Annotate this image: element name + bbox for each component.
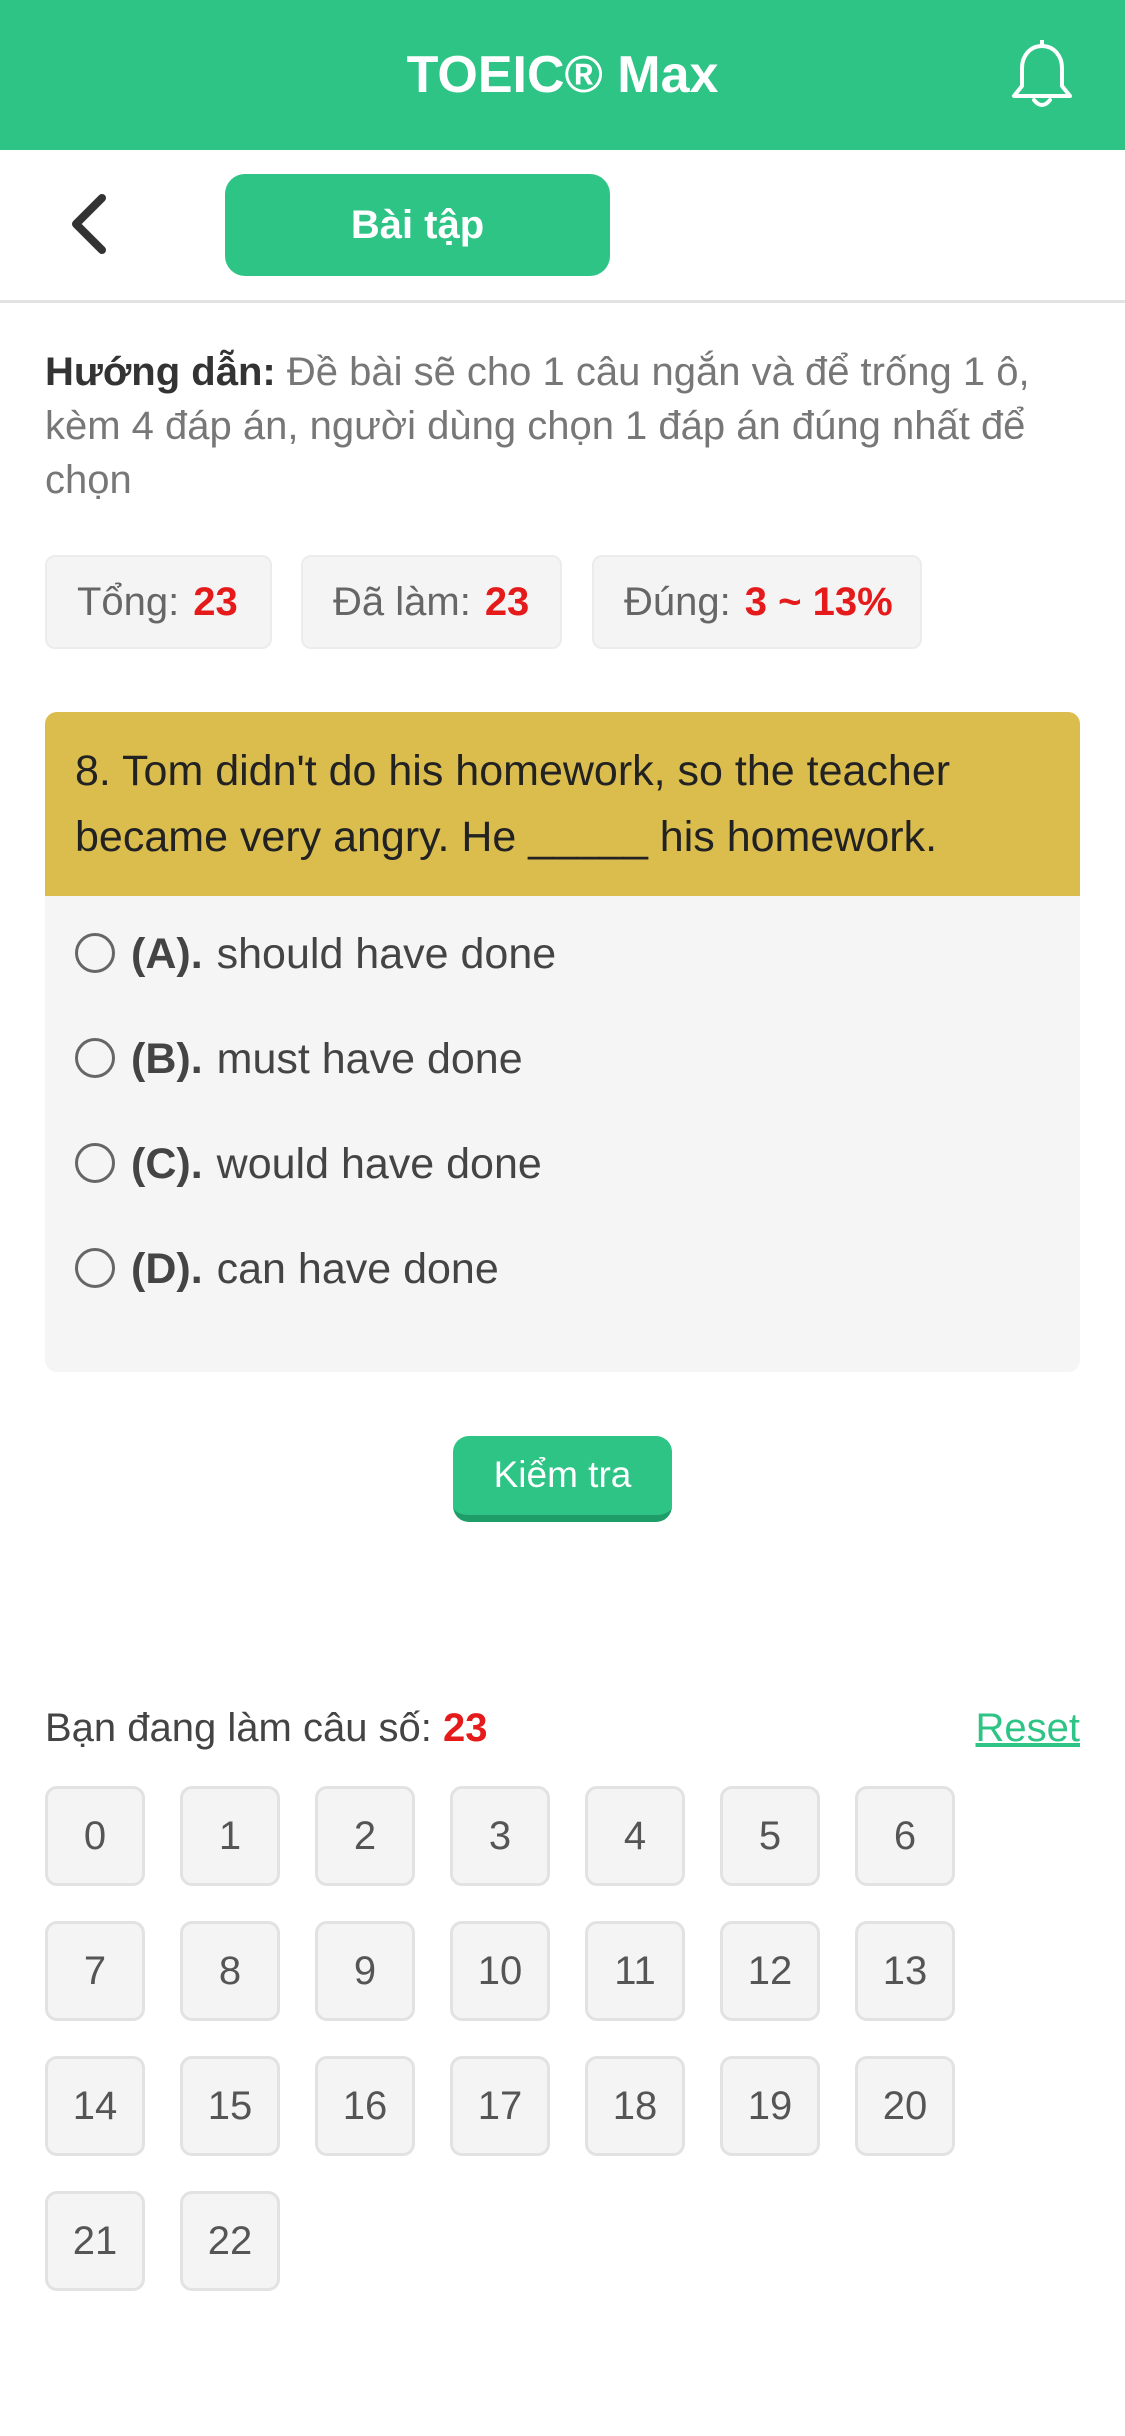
current-question-label: Bạn đang làm câu số: 23 bbox=[45, 1700, 488, 1756]
stat-correct-value: 3 ~ 13% bbox=[744, 580, 893, 624]
bell-icon[interactable] bbox=[1010, 40, 1074, 112]
question-number-10[interactable]: 10 bbox=[450, 1921, 550, 2021]
option-letter: (C). bbox=[131, 1140, 203, 1188]
stat-correct: Đúng: 3 ~ 13% bbox=[592, 555, 922, 649]
question-number-19[interactable]: 19 bbox=[720, 2056, 820, 2156]
reset-link[interactable]: Reset bbox=[976, 1700, 1081, 1756]
option-d[interactable]: (D). can have done bbox=[75, 1239, 499, 1299]
question-number-5[interactable]: 5 bbox=[720, 1786, 820, 1886]
sub-toolbar: Bài tập bbox=[0, 150, 1125, 303]
instructions: Hướng dẫn: Đề bài sẽ cho 1 câu ngắn và đ… bbox=[45, 345, 1080, 507]
stat-total: Tổng: 23 bbox=[45, 555, 272, 649]
option-text: must have done bbox=[216, 1035, 523, 1083]
stat-total-label: Tổng: bbox=[77, 580, 180, 624]
question-number-13[interactable]: 13 bbox=[855, 1921, 955, 2021]
question-number-15[interactable]: 15 bbox=[180, 2056, 280, 2156]
instructions-label: Hướng dẫn: bbox=[45, 350, 276, 394]
stat-done: Đã làm: 23 bbox=[301, 555, 562, 649]
radio-icon[interactable] bbox=[75, 1142, 115, 1183]
question-number-22[interactable]: 22 bbox=[180, 2191, 280, 2291]
option-letter: (D). bbox=[131, 1245, 203, 1293]
option-text: should have done bbox=[216, 930, 557, 978]
stat-done-value: 23 bbox=[484, 580, 530, 624]
question-number-4[interactable]: 4 bbox=[585, 1786, 685, 1886]
option-b[interactable]: (B). must have done bbox=[75, 1029, 523, 1089]
current-question-text: Bạn đang làm câu số: bbox=[45, 1706, 432, 1750]
question-number-2[interactable]: 2 bbox=[315, 1786, 415, 1886]
question-number-0[interactable]: 0 bbox=[45, 1786, 145, 1886]
question-number-3[interactable]: 3 bbox=[450, 1786, 550, 1886]
stat-done-label: Đã làm: bbox=[333, 580, 471, 624]
question-number-11[interactable]: 11 bbox=[585, 1921, 685, 2021]
app-header: TOEIC® Max bbox=[0, 0, 1125, 150]
question-number-20[interactable]: 20 bbox=[855, 2056, 955, 2156]
question-text: 8. Tom didn't do his homework, so the te… bbox=[45, 712, 1080, 896]
option-a[interactable]: (A). should have done bbox=[75, 924, 556, 984]
question-card: 8. Tom didn't do his homework, so the te… bbox=[45, 712, 1080, 1372]
question-number-8[interactable]: 8 bbox=[180, 1921, 280, 2021]
question-number-9[interactable]: 9 bbox=[315, 1921, 415, 2021]
question-number-17[interactable]: 17 bbox=[450, 2056, 550, 2156]
question-number-21[interactable]: 21 bbox=[45, 2191, 145, 2291]
radio-icon[interactable] bbox=[75, 932, 115, 973]
check-button[interactable]: Kiểm tra bbox=[453, 1436, 672, 1522]
question-number-16[interactable]: 16 bbox=[315, 2056, 415, 2156]
question-number-12[interactable]: 12 bbox=[720, 1921, 820, 2021]
option-text: would have done bbox=[216, 1140, 542, 1188]
chevron-left-icon[interactable] bbox=[62, 192, 118, 256]
stat-correct-label: Đúng: bbox=[624, 580, 731, 624]
stat-total-value: 23 bbox=[193, 580, 238, 624]
option-letter: (B). bbox=[131, 1035, 203, 1083]
app-title: TOEIC® Max bbox=[406, 46, 719, 104]
current-question-number: 23 bbox=[443, 1706, 488, 1750]
question-number-1[interactable]: 1 bbox=[180, 1786, 280, 1886]
radio-icon[interactable] bbox=[75, 1037, 115, 1078]
question-number-6[interactable]: 6 bbox=[855, 1786, 955, 1886]
question-number-14[interactable]: 14 bbox=[45, 2056, 145, 2156]
option-c[interactable]: (C). would have done bbox=[75, 1134, 542, 1194]
option-text: can have done bbox=[216, 1245, 499, 1293]
question-number-7[interactable]: 7 bbox=[45, 1921, 145, 2021]
option-letter: (A). bbox=[131, 930, 203, 978]
radio-icon[interactable] bbox=[75, 1247, 115, 1288]
tab-exercise[interactable]: Bài tập bbox=[225, 174, 610, 276]
question-number-18[interactable]: 18 bbox=[585, 2056, 685, 2156]
